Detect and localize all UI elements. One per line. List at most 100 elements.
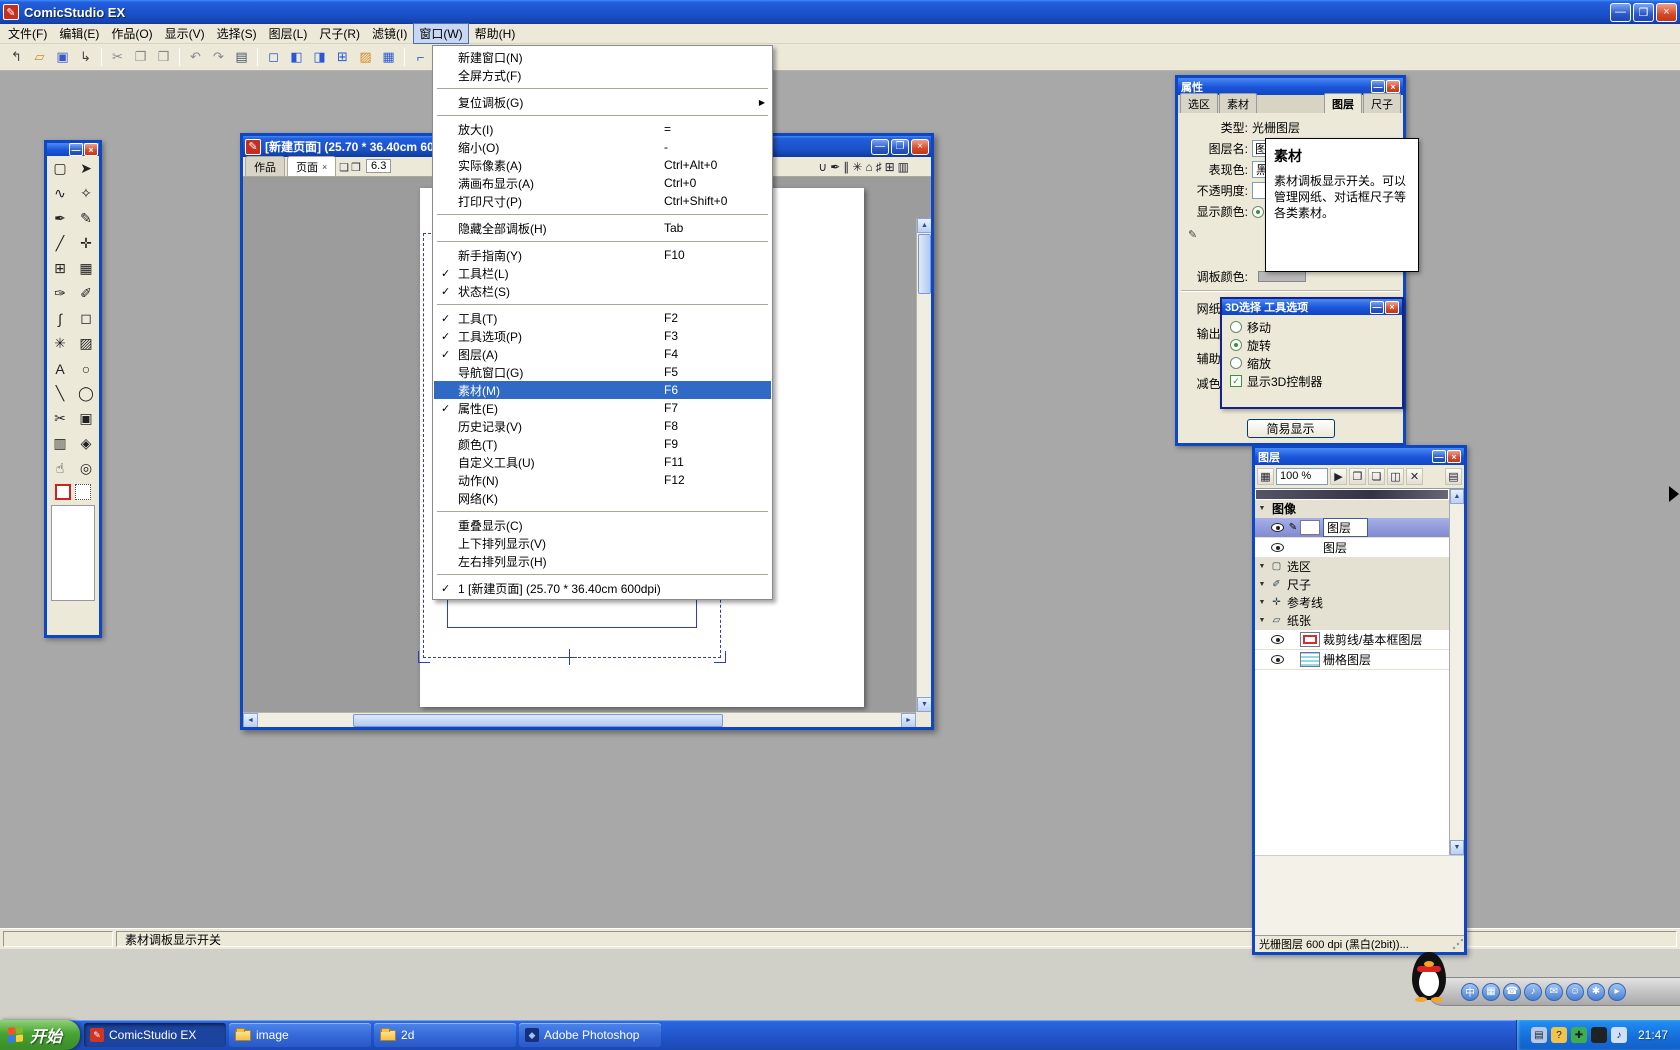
layers-scroll-down-button[interactable]: ▼ xyxy=(1450,840,1464,855)
page-spread-icon[interactable]: ❐ xyxy=(351,161,361,174)
window-menu-item[interactable]: 网络(K) xyxy=(434,489,771,507)
gradient-tool[interactable]: ▥ xyxy=(47,431,73,456)
volume-icon[interactable]: ♪ xyxy=(1524,983,1542,1001)
window-grid-icon[interactable]: ⊞ xyxy=(332,47,353,68)
window-menu-item[interactable]: 缩小(O)- xyxy=(434,138,771,156)
window-menu-item[interactable]: ✓图层(A)F4 xyxy=(434,345,771,363)
scroll-down-button[interactable]: ▼ xyxy=(917,697,931,712)
eyedropper-tool[interactable]: ✑ xyxy=(47,281,73,306)
magnet-icon[interactable]: ∪ xyxy=(818,160,827,174)
toolbox-titlebar[interactable]: — × xyxy=(47,143,99,156)
pen-tool[interactable]: ✒ xyxy=(47,206,73,231)
visibility-eye-icon[interactable] xyxy=(1269,543,1286,552)
properties-tab-素材[interactable]: 素材 xyxy=(1219,93,1257,113)
start-button[interactable]: 开始 xyxy=(0,1020,80,1050)
zoom-value-field[interactable]: 6.3 xyxy=(366,159,391,173)
visibility-eye-icon[interactable] xyxy=(1269,523,1286,532)
menubar-item-5[interactable]: 选择(S) xyxy=(211,23,263,44)
panel-menu-icon[interactable]: ▤ xyxy=(1445,468,1462,485)
horizontal-scrollbar[interactable]: ◄ ► xyxy=(243,712,916,727)
window-menu-item[interactable]: ✓1 [新建页面] (25.70 * 36.40cm 600dpi) xyxy=(434,579,771,597)
taskbar-button-image[interactable]: image xyxy=(229,1023,371,1047)
layer-row[interactable]: 栅格图层 xyxy=(1255,650,1464,670)
properties-close-button[interactable]: × xyxy=(1386,80,1400,93)
layer-group-row[interactable]: ▼▢选区 xyxy=(1255,558,1464,576)
document-maximize-button[interactable]: ❐ xyxy=(891,139,909,155)
display-color-radio[interactable] xyxy=(1252,206,1264,218)
layers-scroll-up-button[interactable]: ▲ xyxy=(1450,489,1464,504)
grid-tool[interactable]: ⊞ xyxy=(47,256,73,281)
window-tile-icon[interactable]: ◨ xyxy=(309,47,330,68)
document-tab-作品[interactable]: 作品 xyxy=(245,156,285,176)
new-folder-icon[interactable]: ❐ xyxy=(1349,468,1366,485)
window-menu-item[interactable]: 颜色(T)F9 xyxy=(434,435,771,453)
expand-triangle-icon[interactable]: ▼ xyxy=(1255,505,1269,512)
move-tool[interactable]: ✛ xyxy=(73,231,99,256)
menubar-item-2[interactable]: 编辑(E) xyxy=(53,23,105,44)
panel-cut-tool[interactable]: ▦ xyxy=(73,256,99,281)
duplicate-layer-icon[interactable]: ◫ xyxy=(1387,468,1404,485)
menubar-item-8[interactable]: 滤镜(I) xyxy=(366,23,413,44)
taskbar-button-2d[interactable]: 2d xyxy=(374,1023,516,1047)
text-tool[interactable]: A xyxy=(47,356,73,381)
window-menu-item[interactable]: 打印尺寸(P)Ctrl+Shift+0 xyxy=(434,192,771,210)
zoom-tool[interactable]: ◎ xyxy=(73,456,99,481)
expand-triangle-icon[interactable]: ▼ xyxy=(1255,581,1269,588)
tool-options-titlebar[interactable]: 3D选择 工具选项 — × xyxy=(1222,299,1402,315)
redo-icon[interactable]: ↷ xyxy=(208,47,229,68)
ruler-icon[interactable]: ⌐ xyxy=(410,47,431,68)
page-grid-icon[interactable]: ▦ xyxy=(378,47,399,68)
resize-grip[interactable] xyxy=(1451,939,1463,951)
layer-row[interactable]: ✎图层 xyxy=(1255,518,1464,538)
document-close-button[interactable]: × xyxy=(911,139,929,155)
properties-tab-选区[interactable]: 选区 xyxy=(1180,93,1218,113)
symmetry-ruler-icon[interactable]: ♯ xyxy=(876,160,882,174)
layer-group-row[interactable]: ▼图像 xyxy=(1255,500,1464,518)
palette-color-swatch[interactable] xyxy=(1258,271,1306,282)
undo-icon[interactable]: ↶ xyxy=(185,47,206,68)
layer-zoom-select[interactable]: 100 % xyxy=(1276,468,1328,485)
transparent-color-swatch[interactable] xyxy=(75,484,91,500)
knife-tool[interactable]: ✂ xyxy=(47,406,73,431)
copy-icon[interactable]: ❐ xyxy=(130,47,151,68)
menubar-item-4[interactable]: 显示(V) xyxy=(159,23,211,44)
simple-view-button[interactable]: 简易显示 xyxy=(1247,419,1335,438)
window-menu-item[interactable]: 重叠显示(C) xyxy=(434,516,771,534)
layer-group-row[interactable]: ▼✛参考线 xyxy=(1255,594,1464,612)
tool-option-show-3d-controller[interactable]: ✓显示3D控制器 xyxy=(1230,372,1394,390)
tool-option-旋转[interactable]: 旋转 xyxy=(1230,336,1394,354)
window-menu-item[interactable]: 导航窗口(G)F5 xyxy=(434,363,771,381)
window-menu-item[interactable]: 全屏方式(F) xyxy=(434,66,771,84)
expand-triangle-icon[interactable]: ▼ xyxy=(1255,563,1269,570)
brush-tool[interactable]: ✐ xyxy=(73,281,99,306)
menubar-item-7[interactable]: 尺子(R) xyxy=(313,23,366,44)
layer-group-row[interactable]: ▼✐尺子 xyxy=(1255,576,1464,594)
print-icon[interactable]: ▤ xyxy=(231,47,252,68)
layers-scrollbar[interactable]: ▲ ▼ xyxy=(1449,489,1464,855)
settings-icon[interactable]: ✱ xyxy=(1587,983,1605,1001)
maximize-button[interactable]: ❐ xyxy=(1633,3,1654,22)
taskbar-button-comicstudio-ex[interactable]: ✎ComicStudio EX xyxy=(84,1023,226,1047)
mail-icon[interactable]: ✉ xyxy=(1545,983,1563,1001)
window-menu-item[interactable]: 历史记录(V)F8 xyxy=(434,417,771,435)
window-menu-item[interactable]: 自定义工具(U)F11 xyxy=(434,453,771,471)
frame-tool[interactable]: ◈ xyxy=(73,431,99,456)
delete-layer-icon[interactable]: ✕ xyxy=(1406,468,1423,485)
layer-group-row[interactable]: ▼▱纸张 xyxy=(1255,612,1464,630)
thumbnail-view-icon[interactable]: ▦ xyxy=(1257,468,1274,485)
window-menu-item[interactable]: ✓属性(E)F7 xyxy=(434,399,771,417)
window-menu-item[interactable]: ✓工具栏(L) xyxy=(434,264,771,282)
tray-display-icon[interactable]: ▤ xyxy=(1531,1027,1547,1043)
window-menu-item[interactable]: 左右排列显示(H) xyxy=(434,552,771,570)
foreground-color-swatch[interactable] xyxy=(55,484,71,500)
page-layout-icon[interactable]: ❏ xyxy=(339,161,349,174)
minimize-button[interactable]: — xyxy=(1610,3,1631,22)
tool-options-minimize-button[interactable]: — xyxy=(1370,301,1384,314)
scroll-left-button[interactable]: ◄ xyxy=(243,713,258,727)
tray-qq-icon[interactable]: ◗ xyxy=(1591,1027,1607,1043)
layer-row[interactable]: 图层 xyxy=(1255,538,1464,558)
window-menu-item[interactable]: ✓工具选项(P)F3 xyxy=(434,327,771,345)
collapse-icon[interactable]: ▸ xyxy=(1608,983,1626,1001)
zoom-step-icon[interactable]: ▶ xyxy=(1330,468,1347,485)
keyboard-icon[interactable]: ▦ xyxy=(1482,983,1500,1001)
